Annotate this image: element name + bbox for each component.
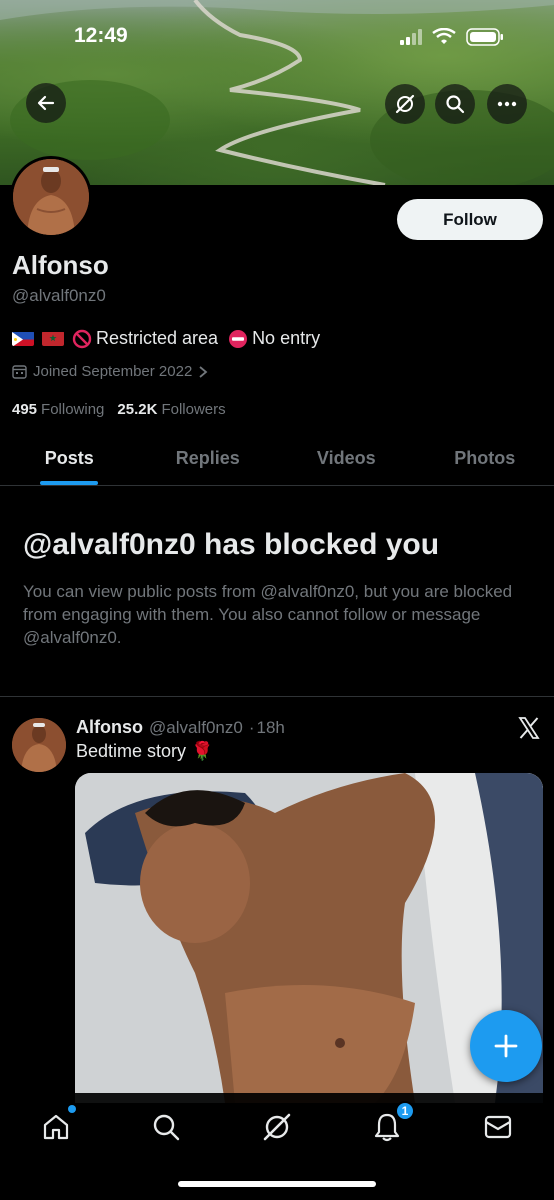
followers-label: Followers bbox=[161, 401, 226, 418]
tab-photos-label: Photos bbox=[454, 448, 516, 468]
plus-icon bbox=[494, 1034, 518, 1058]
x-logo-icon bbox=[518, 717, 540, 739]
profile-handle: @alvalf0nz0 bbox=[12, 286, 106, 305]
search-button[interactable] bbox=[435, 84, 475, 124]
post-author-name[interactable]: Alfonso bbox=[76, 717, 143, 738]
nav-notifications[interactable]: 1 bbox=[367, 1101, 415, 1147]
tab-posts-label: Posts bbox=[44, 448, 94, 468]
wifi-icon bbox=[432, 28, 456, 44]
bio-text-no-entry: No entry bbox=[252, 328, 321, 348]
post-avatar[interactable] bbox=[12, 718, 66, 772]
bio-text-restricted: Restricted area bbox=[96, 328, 219, 348]
profile-bio: Restricted area No entry bbox=[12, 328, 320, 349]
profile-name: Alfonso bbox=[12, 250, 109, 280]
chevron-right-icon bbox=[199, 365, 208, 378]
grok-button[interactable] bbox=[385, 84, 425, 124]
no-entry-icon bbox=[229, 329, 248, 348]
avatar-image bbox=[13, 159, 89, 235]
nav-grok[interactable] bbox=[257, 1107, 297, 1147]
philippines-flag-icon bbox=[12, 331, 34, 346]
profile-tabs: Posts Replies Videos Photos bbox=[0, 432, 554, 486]
joined-date[interactable]: Joined September 2022 bbox=[12, 363, 208, 380]
tab-videos-label: Videos bbox=[316, 448, 376, 468]
post-header: Alfonso @alvalf0nz0 · 18h bbox=[76, 717, 285, 738]
nav-search[interactable] bbox=[146, 1107, 186, 1147]
morocco-flag-icon bbox=[42, 331, 64, 346]
arrow-left-icon bbox=[37, 95, 55, 111]
back-button[interactable] bbox=[26, 83, 66, 123]
following-label: Following bbox=[41, 401, 105, 418]
post-separator: · bbox=[248, 717, 255, 737]
status-bar: 12:49 bbox=[0, 18, 554, 58]
joined-text: Joined September 2022 bbox=[33, 363, 193, 380]
status-time: 12:49 bbox=[74, 24, 128, 47]
post-time: 18h bbox=[256, 717, 285, 737]
followers-count: 25.2K bbox=[117, 401, 158, 418]
search-icon bbox=[153, 1114, 180, 1141]
notification-badge: 1 bbox=[395, 1101, 415, 1121]
battery-icon bbox=[466, 28, 503, 46]
more-button[interactable] bbox=[487, 84, 527, 124]
section-divider bbox=[0, 696, 554, 697]
tab-posts[interactable]: Posts bbox=[0, 432, 139, 485]
tab-replies[interactable]: Replies bbox=[139, 432, 278, 485]
tab-videos[interactable]: Videos bbox=[277, 432, 416, 485]
messages-icon bbox=[484, 1115, 512, 1139]
home-indicator bbox=[178, 1181, 376, 1187]
blocked-title: @alvalf0nz0 has blocked you bbox=[23, 528, 440, 561]
profile-avatar[interactable] bbox=[10, 156, 92, 238]
tab-photos[interactable]: Photos bbox=[416, 432, 554, 485]
following-count: 495 bbox=[12, 401, 38, 418]
nav-home[interactable] bbox=[36, 1105, 76, 1147]
calendar-icon bbox=[12, 365, 27, 379]
home-icon bbox=[43, 1114, 69, 1140]
signal-icon bbox=[400, 29, 422, 45]
grok-icon bbox=[395, 94, 415, 114]
followers-link[interactable]: 25.2K Followers bbox=[117, 401, 225, 418]
search-icon bbox=[446, 95, 465, 114]
profile-stats: 495 Following 25.2K Followers bbox=[12, 401, 226, 418]
nav-messages[interactable] bbox=[478, 1107, 518, 1147]
grok-icon bbox=[263, 1113, 291, 1141]
post-author-handle[interactable]: @alvalf0nz0 bbox=[149, 718, 243, 738]
blocked-body: You can view public posts from @alvalf0n… bbox=[23, 582, 513, 647]
post-text: Bedtime story 🌹 bbox=[76, 741, 214, 761]
more-icon bbox=[497, 101, 517, 107]
compose-button[interactable] bbox=[470, 1010, 542, 1082]
home-unread-dot bbox=[68, 1105, 76, 1113]
prohibited-icon bbox=[72, 329, 92, 348]
following-link[interactable]: 495 Following bbox=[12, 401, 104, 418]
follow-button[interactable]: Follow bbox=[397, 199, 543, 240]
tab-replies-label: Replies bbox=[175, 448, 240, 468]
active-tab-indicator bbox=[40, 481, 99, 485]
